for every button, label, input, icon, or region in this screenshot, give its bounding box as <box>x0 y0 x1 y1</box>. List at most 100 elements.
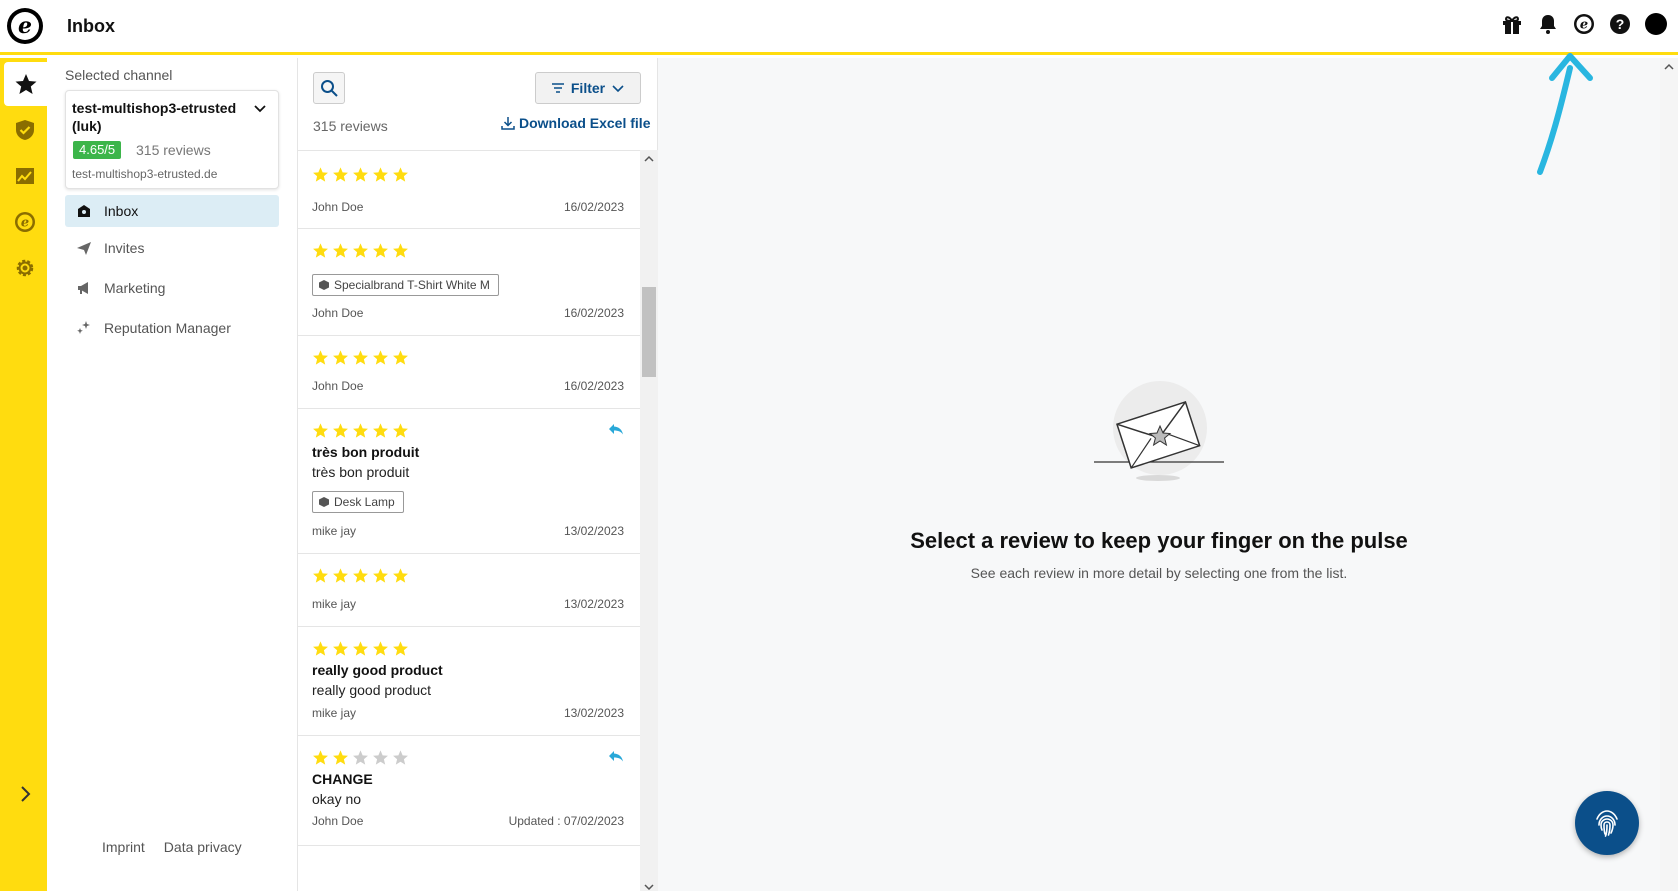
bell-icon[interactable] <box>1536 12 1560 36</box>
review-item[interactable]: John Doe 16/02/2023 <box>298 336 640 409</box>
app-rail: e <box>0 58 47 891</box>
avatar[interactable] <box>1644 12 1668 36</box>
rail-reviews[interactable] <box>4 62 47 106</box>
star-filled-icon <box>393 350 408 365</box>
review-item[interactable]: mike jay 13/02/2023 <box>298 554 640 627</box>
scrollbar-thumb[interactable] <box>642 287 656 377</box>
rail-analytics[interactable] <box>4 154 45 198</box>
star-filled-icon <box>333 350 348 365</box>
rail-trustbadge[interactable] <box>4 108 45 152</box>
star-filled-icon <box>313 641 328 656</box>
review-count: 315 reviews <box>313 118 388 134</box>
svg-text:?: ? <box>1616 16 1625 32</box>
star-filled-icon <box>373 568 388 583</box>
review-date: Updated : 07/02/2023 <box>508 814 624 828</box>
review-date: 16/02/2023 <box>563 306 624 320</box>
imprint-link[interactable]: Imprint <box>102 839 145 855</box>
review-body: okay no <box>312 791 362 807</box>
filter-button[interactable]: Filter <box>535 72 641 104</box>
review-author: John Doe <box>312 306 364 320</box>
chevron-down-icon[interactable] <box>252 101 268 117</box>
review-date: 13/02/2023 <box>563 706 624 720</box>
scroll-up-icon[interactable] <box>1664 62 1674 72</box>
star-icon <box>15 74 36 94</box>
review-date: 13/02/2023 <box>563 597 624 611</box>
star-rating <box>312 640 409 657</box>
scroll-down-icon[interactable] <box>644 882 654 891</box>
channel-nav-panel: Selected channel test-multishop3-etruste… <box>47 58 298 891</box>
product-tag: Desk Lamp <box>312 491 404 513</box>
review-date: 13/02/2023 <box>563 524 624 538</box>
star-filled-icon <box>313 167 328 182</box>
star-filled-icon <box>333 423 348 438</box>
annotation-arrow <box>1537 53 1593 175</box>
box-icon <box>319 280 329 290</box>
review-author: mike jay <box>312 706 357 720</box>
channel-selector[interactable]: test-multishop3-etrusted (luk) 4.65/5 31… <box>65 90 279 189</box>
nav-item-inbox[interactable]: Inbox <box>65 195 279 227</box>
download-excel-link[interactable]: Download Excel file <box>501 115 650 131</box>
etrusted-logo[interactable]: e <box>7 8 43 44</box>
chart-icon <box>15 168 34 184</box>
nav-label: Invites <box>104 240 145 256</box>
review-list[interactable]: John Doe 16/02/2023 Specialbrand T-Shirt… <box>298 156 640 891</box>
rail-etrusted[interactable]: e <box>4 200 45 244</box>
gear-icon <box>16 259 33 277</box>
review-author: mike jay <box>312 524 357 538</box>
fingerprint-icon <box>1596 810 1618 837</box>
search-button[interactable] <box>313 72 345 104</box>
nav-item-marketing[interactable]: Marketing <box>65 272 279 304</box>
download-label: Download Excel file <box>519 115 651 131</box>
star-rating <box>312 349 409 366</box>
star-filled-icon <box>373 350 388 365</box>
megaphone-icon <box>75 279 93 297</box>
data-privacy-link[interactable]: Data privacy <box>164 839 242 855</box>
page-scrollbar[interactable] <box>1660 58 1678 891</box>
star-filled-icon <box>313 568 328 583</box>
fingerprint-button[interactable] <box>1575 791 1639 855</box>
review-list-scrollbar[interactable] <box>640 150 658 891</box>
page-title: Inbox <box>67 15 115 36</box>
rail-settings[interactable] <box>4 246 45 290</box>
star-filled-icon <box>313 243 328 258</box>
review-item[interactable]: très bon produit très bon produit Desk L… <box>298 409 640 554</box>
nav-item-reputation-manager[interactable]: Reputation Manager <box>65 312 279 344</box>
divider <box>298 150 658 151</box>
star-filled-icon <box>333 641 348 656</box>
star-filled-icon <box>313 350 328 365</box>
header-actions: e ? <box>1500 12 1668 36</box>
star-filled-icon <box>313 423 328 438</box>
gift-icon[interactable] <box>1500 12 1524 36</box>
review-item[interactable]: Specialbrand T-Shirt White M John Doe 16… <box>298 229 640 336</box>
send-icon <box>75 239 93 257</box>
review-body: really good product <box>312 682 432 698</box>
etrusted-icon[interactable]: e <box>1572 12 1596 36</box>
review-item[interactable]: really good product really good product … <box>298 627 640 736</box>
rail-expand[interactable] <box>4 772 45 816</box>
rating-badge: 4.65/5 <box>73 141 122 159</box>
replied-icon <box>609 424 623 435</box>
filter-icon <box>551 83 564 93</box>
top-header: e Inbox e ? <box>0 0 1678 55</box>
review-body: très bon produit <box>312 464 410 480</box>
star-filled-icon <box>373 243 388 258</box>
review-item[interactable]: CHANGE okay no John Doe Updated : 07/02/… <box>298 736 640 846</box>
search-icon <box>321 80 338 97</box>
help-icon[interactable]: ? <box>1608 12 1632 36</box>
product-tag: Specialbrand T-Shirt White M <box>312 274 499 296</box>
download-icon <box>501 117 515 130</box>
filter-label: Filter <box>570 80 606 96</box>
star-filled-icon <box>333 243 348 258</box>
inbox-icon <box>75 202 93 220</box>
review-title: CHANGE <box>312 771 373 787</box>
star-filled-icon <box>393 423 408 438</box>
star-filled-icon <box>353 167 368 182</box>
box-icon <box>319 497 329 507</box>
scroll-up-icon[interactable] <box>644 154 654 164</box>
nav-item-invites[interactable]: Invites <box>65 232 279 264</box>
review-item[interactable]: John Doe 16/02/2023 <box>298 156 640 229</box>
channel-url: test-multishop3-etrusted.de <box>72 167 218 181</box>
nav-label: Marketing <box>104 280 166 296</box>
channel-name: test-multishop3-etrusted (luk) <box>72 100 237 134</box>
svg-text:e: e <box>1580 18 1588 33</box>
